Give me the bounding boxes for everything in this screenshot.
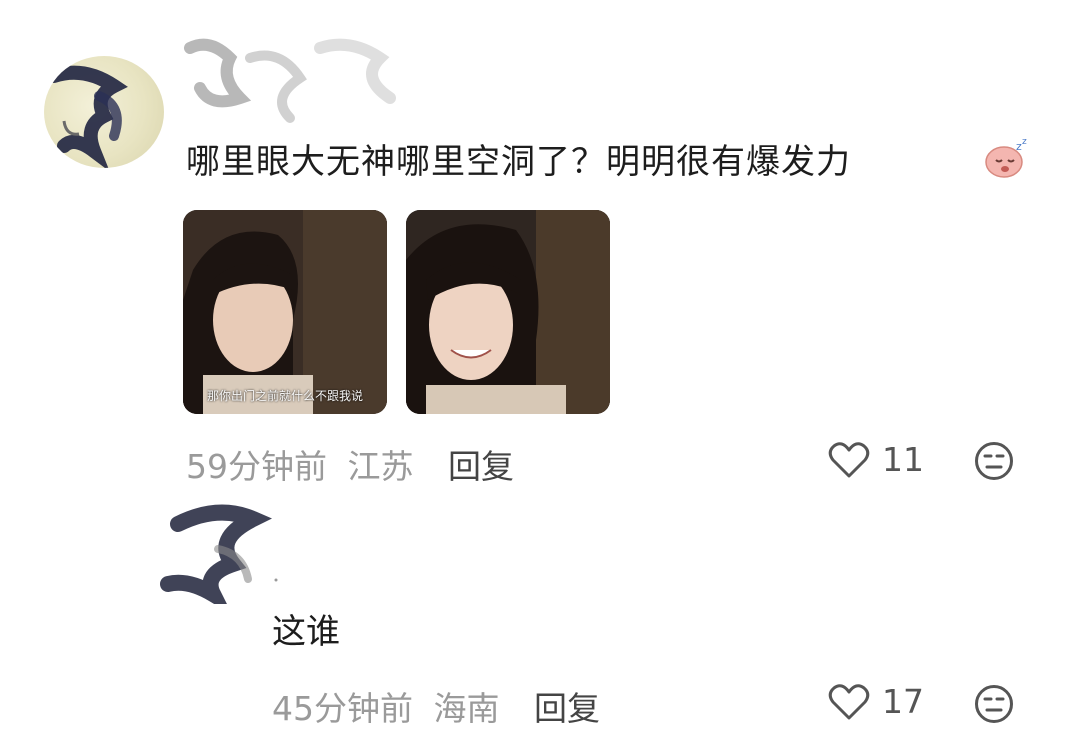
like-count: 11 bbox=[882, 440, 924, 479]
heart-outline-icon bbox=[828, 683, 870, 719]
avatar[interactable] bbox=[44, 56, 164, 168]
like-button[interactable]: 17 bbox=[828, 682, 924, 721]
comment-location: 江苏 bbox=[347, 447, 414, 486]
username-redacted bbox=[184, 38, 396, 123]
comment-text: 这谁 bbox=[272, 612, 340, 652]
reply-button[interactable]: 回复 bbox=[448, 447, 514, 486]
sleepy-face-emoji-icon: z z bbox=[985, 137, 1027, 178]
reply-button[interactable]: 回复 bbox=[534, 689, 600, 728]
comment-meta: 45分钟前 海南 回复 bbox=[272, 682, 600, 730]
like-count: 17 bbox=[882, 682, 924, 721]
avatar[interactable] bbox=[158, 494, 288, 604]
comment-time: 59分钟前 bbox=[186, 447, 327, 486]
comment-image-2[interactable] bbox=[406, 210, 610, 414]
comment-location: 海南 bbox=[433, 689, 500, 728]
comment-meta: 59分钟前 江苏 回复 bbox=[186, 440, 514, 488]
like-button[interactable]: 11 bbox=[828, 440, 924, 479]
meh-face-icon[interactable] bbox=[974, 441, 1014, 481]
comment-image-1[interactable]: 那你出门之前就什么不跟我说 bbox=[183, 210, 387, 414]
comment-time: 45分钟前 bbox=[272, 689, 413, 728]
meh-face-icon[interactable] bbox=[974, 684, 1014, 724]
comment-text: 哪里眼大无神哪里空洞了？明明很有爆发力 bbox=[186, 142, 851, 182]
image-subtitle: 那你出门之前就什么不跟我说 bbox=[206, 389, 363, 403]
heart-outline-icon bbox=[828, 441, 870, 477]
svg-text:z: z bbox=[1022, 137, 1027, 147]
